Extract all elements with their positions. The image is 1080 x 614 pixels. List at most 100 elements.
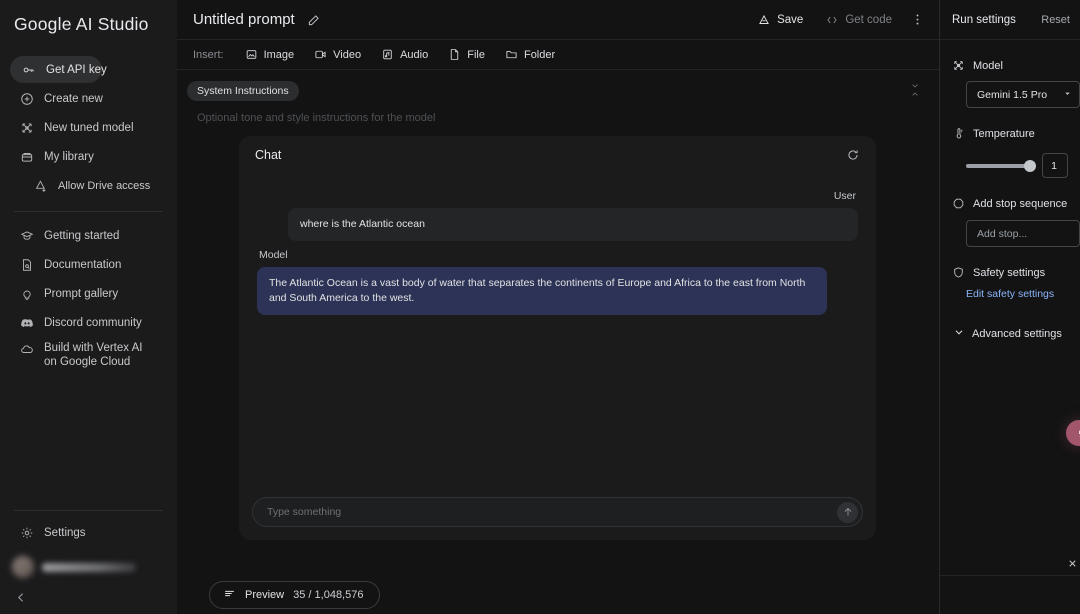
sidebar-item-getting-started[interactable]: Getting started (8, 222, 169, 249)
sidebar-item-create-new[interactable]: Create new (8, 85, 169, 112)
ai-studio-app: Google AI Studio Get API key Create new (0, 0, 1080, 614)
sidebar-primary-nav: Get API key Create new New tuned model M… (0, 46, 177, 201)
temperature-setting: Temperature 1 (940, 127, 1080, 178)
sidebar-item-new-tuned-model[interactable]: New tuned model (8, 114, 169, 141)
collapse-chevrons-icon[interactable] (909, 82, 921, 98)
run-settings-header: Run settings Reset (940, 0, 1080, 40)
insert-item-label: Folder (523, 48, 556, 61)
get-code-button[interactable]: Get code (816, 8, 901, 32)
temperature-label: Temperature (973, 127, 1035, 140)
tune-model-icon (952, 59, 965, 72)
sidebar-item-label: Documentation (44, 258, 122, 271)
image-icon (245, 48, 258, 61)
model-select[interactable]: Gemini 1.5 Pro (966, 81, 1080, 108)
sidebar-collapse-button[interactable] (10, 586, 32, 608)
drive-access-icon (34, 179, 48, 193)
insert-file-button[interactable]: File (439, 44, 494, 65)
sidebar-item-label: Prompt gallery (44, 287, 119, 300)
reset-button[interactable]: Reset (1041, 14, 1070, 26)
top-bar: Untitled prompt Save Get code (177, 0, 939, 40)
shield-icon (952, 266, 965, 279)
refresh-icon[interactable] (846, 148, 860, 162)
sidebar-footer: Settings (0, 500, 177, 614)
plus-circle-icon (20, 92, 34, 106)
system-instructions-placeholder[interactable]: Optional tone and style instructions for… (177, 101, 939, 136)
insert-video-button[interactable]: Video (305, 44, 370, 65)
graduation-cap-icon (20, 229, 34, 243)
stop-hexagon-icon (952, 197, 965, 210)
run-settings-title: Run settings (952, 13, 1016, 26)
message-role-user: User (833, 190, 856, 202)
more-vert-icon[interactable] (905, 8, 929, 32)
video-icon (314, 48, 327, 61)
sidebar-item-get-api-key[interactable]: Get API key (10, 56, 107, 83)
sidebar-secondary-nav: Getting started Documentation Prompt gal… (0, 220, 177, 371)
temperature-value-field[interactable]: 1 (1042, 153, 1068, 178)
thermometer-icon (952, 127, 965, 140)
sidebar-item-my-library[interactable]: My library (8, 143, 169, 170)
edit-safety-settings-link[interactable]: Edit safety settings (966, 288, 1068, 300)
main-area: Untitled prompt Save Get code Insert: Im… (177, 0, 940, 614)
run-settings-panel: Run settings Reset Model Gemini 1.5 Pro (940, 0, 1080, 614)
chat-header: Chat (239, 136, 876, 174)
insert-folder-button[interactable]: Folder (496, 44, 564, 65)
discord-icon (20, 316, 34, 330)
save-label: Save (777, 13, 804, 26)
chevron-down-icon (953, 326, 965, 341)
chat-input[interactable] (267, 506, 837, 518)
temperature-slider-row: 1 (966, 153, 1068, 178)
slider-thumb[interactable] (1024, 159, 1037, 172)
sidebar-item-label: Settings (44, 526, 86, 539)
tokens-icon (223, 587, 236, 603)
top-bar-actions: Save Get code (748, 8, 929, 32)
gear-icon (20, 526, 34, 540)
sidebar-item-label: My library (44, 150, 94, 163)
key-icon (22, 63, 36, 77)
page-title: Untitled prompt (193, 11, 295, 28)
feedback-fab-button[interactable] (1066, 420, 1080, 446)
pencil-icon[interactable] (307, 13, 321, 27)
close-icon[interactable] (1067, 558, 1078, 569)
send-icon[interactable] (837, 501, 858, 523)
user-profile-row[interactable] (0, 548, 177, 580)
sidebar-item-prompt-gallery[interactable]: Prompt gallery (8, 280, 169, 307)
sidebar-item-label: Build with Vertex AI on Google Cloud (44, 342, 143, 368)
stop-sequence-label: Add stop sequence (973, 197, 1068, 210)
temperature-slider[interactable] (966, 159, 1037, 172)
chat-input-wrapper[interactable] (252, 497, 863, 527)
message-bubble-user: where is the Atlantic ocean (288, 208, 858, 241)
sidebar-item-build-with-vertex-ai[interactable]: Build with Vertex AI on Google Cloud (8, 338, 169, 369)
sidebar-item-discord-community[interactable]: Discord community (8, 309, 169, 336)
insert-image-button[interactable]: Image (236, 44, 304, 65)
sidebar-item-label: New tuned model (44, 121, 134, 134)
chat-container: Chat User where is the Atlantic ocean Mo… (177, 136, 939, 575)
insert-audio-button[interactable]: Audio (372, 44, 437, 65)
advanced-settings-toggle[interactable]: Advanced settings (953, 326, 1068, 341)
safety-setting: Safety settings Edit safety settings (940, 266, 1080, 300)
sidebar-item-label: Getting started (44, 229, 120, 242)
chat-card: Chat User where is the Atlantic ocean Mo… (239, 136, 876, 540)
model-setting-header: Model (952, 59, 1068, 72)
bottom-bar: Preview 35 / 1,048,576 (177, 575, 939, 614)
library-icon (20, 150, 34, 164)
sidebar-item-label: Allow Drive access (58, 179, 151, 192)
advanced-settings-section: Advanced settings (940, 326, 1080, 341)
drive-icon (757, 13, 771, 27)
sidebar-item-allow-drive-access[interactable]: Allow Drive access (8, 172, 169, 199)
save-button[interactable]: Save (748, 8, 812, 32)
stop-sequence-input[interactable]: Add stop... (966, 220, 1080, 247)
chevron-down-icon (1062, 88, 1073, 102)
document-search-icon (20, 258, 34, 272)
sidebar-item-label: Get API key (46, 63, 107, 76)
sidebar-item-documentation[interactable]: Documentation (8, 251, 169, 278)
preview-button[interactable]: Preview 35 / 1,048,576 (209, 580, 381, 609)
insert-item-label: Audio (400, 48, 429, 61)
tune-model-icon (20, 121, 34, 135)
sidebar: Google AI Studio Get API key Create new (0, 0, 177, 614)
system-instructions-chip[interactable]: System Instructions (187, 81, 299, 101)
sidebar-footer-divider (14, 510, 163, 511)
sidebar-item-settings[interactable]: Settings (8, 519, 169, 546)
message-role-model: Model (259, 249, 288, 261)
safety-settings-header: Safety settings (952, 266, 1068, 279)
file-icon (448, 48, 461, 61)
